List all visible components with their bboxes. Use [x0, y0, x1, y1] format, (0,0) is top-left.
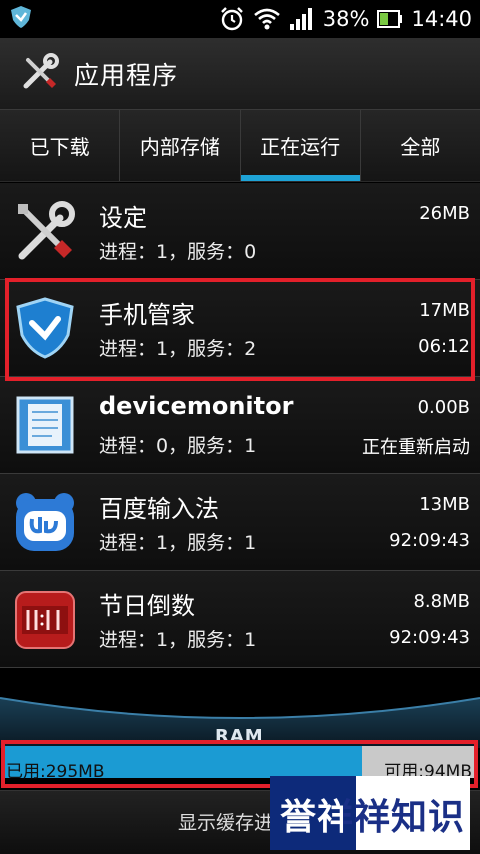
app-process-info: 进程：0，服务：1	[99, 435, 257, 457]
app-status: 正在重新启动	[362, 437, 470, 458]
battery-percent: 38%	[322, 7, 370, 31]
tab-bar: 已下载 内部存储 正在运行 全部	[0, 110, 480, 182]
baidu-input-icon	[12, 489, 78, 555]
list-item[interactable]: 节日倒数 进程：1，服务：1 8.8MB 92:09:43	[0, 571, 480, 668]
app-time: 92:09:43	[389, 627, 470, 648]
watermark-text: 誉祥祥知识	[280, 788, 465, 840]
status-bar: 38% 14:40	[0, 0, 480, 38]
wifi-icon	[253, 7, 281, 31]
clock: 14:40	[411, 7, 472, 31]
app-name: devicemonitor	[99, 392, 294, 420]
app-name: 节日倒数	[99, 592, 195, 620]
app-process-info: 进程：1，服务：1	[99, 532, 257, 554]
list-item[interactable]: 百度输入法 进程：1，服务：1 13MB 92:09:43	[0, 474, 480, 571]
list-item[interactable]: devicemonitor 进程：0，服务：1 0.00B 正在重新启动	[0, 377, 480, 474]
tab-internal-storage[interactable]: 内部存储	[120, 110, 241, 181]
tab-downloaded[interactable]: 已下载	[0, 110, 121, 181]
watermark: 誉祥祥知识	[270, 776, 470, 850]
page-title: 应用程序	[74, 60, 179, 90]
tab-running[interactable]: 正在运行	[240, 110, 361, 181]
app-size: 13MB	[419, 494, 470, 515]
alarm-icon	[219, 6, 245, 32]
app-name: 百度输入法	[99, 495, 219, 523]
running-app-list: 设定 进程：1，服务：0 26MB 手机管家 进程：1，服务：2 17MB 06…	[0, 183, 480, 668]
app-time: 92:09:43	[389, 530, 470, 551]
signal-icon	[289, 7, 315, 31]
show-cached-processes-button[interactable]: 显示缓存进	[178, 808, 273, 835]
app-size: 0.00B	[417, 397, 470, 418]
app-process-info: 进程：1，服务：0	[99, 241, 257, 263]
device-monitor-icon	[12, 392, 78, 458]
countdown-icon	[12, 586, 78, 652]
app-process-info: 进程：1，服务：1	[99, 629, 257, 651]
action-bar: 应用程序	[0, 38, 480, 110]
highlight-box	[5, 278, 475, 381]
app-size: 8.8MB	[413, 591, 470, 612]
settings-tools-icon	[12, 198, 78, 264]
app-name: 设定	[99, 204, 147, 232]
app-size: 26MB	[419, 203, 470, 224]
tab-all[interactable]: 全部	[361, 110, 480, 181]
app-notification-icon	[8, 4, 34, 34]
list-item[interactable]: 设定 进程：1，服务：0 26MB	[0, 183, 480, 280]
tools-icon	[20, 52, 60, 96]
battery-icon	[377, 10, 403, 28]
